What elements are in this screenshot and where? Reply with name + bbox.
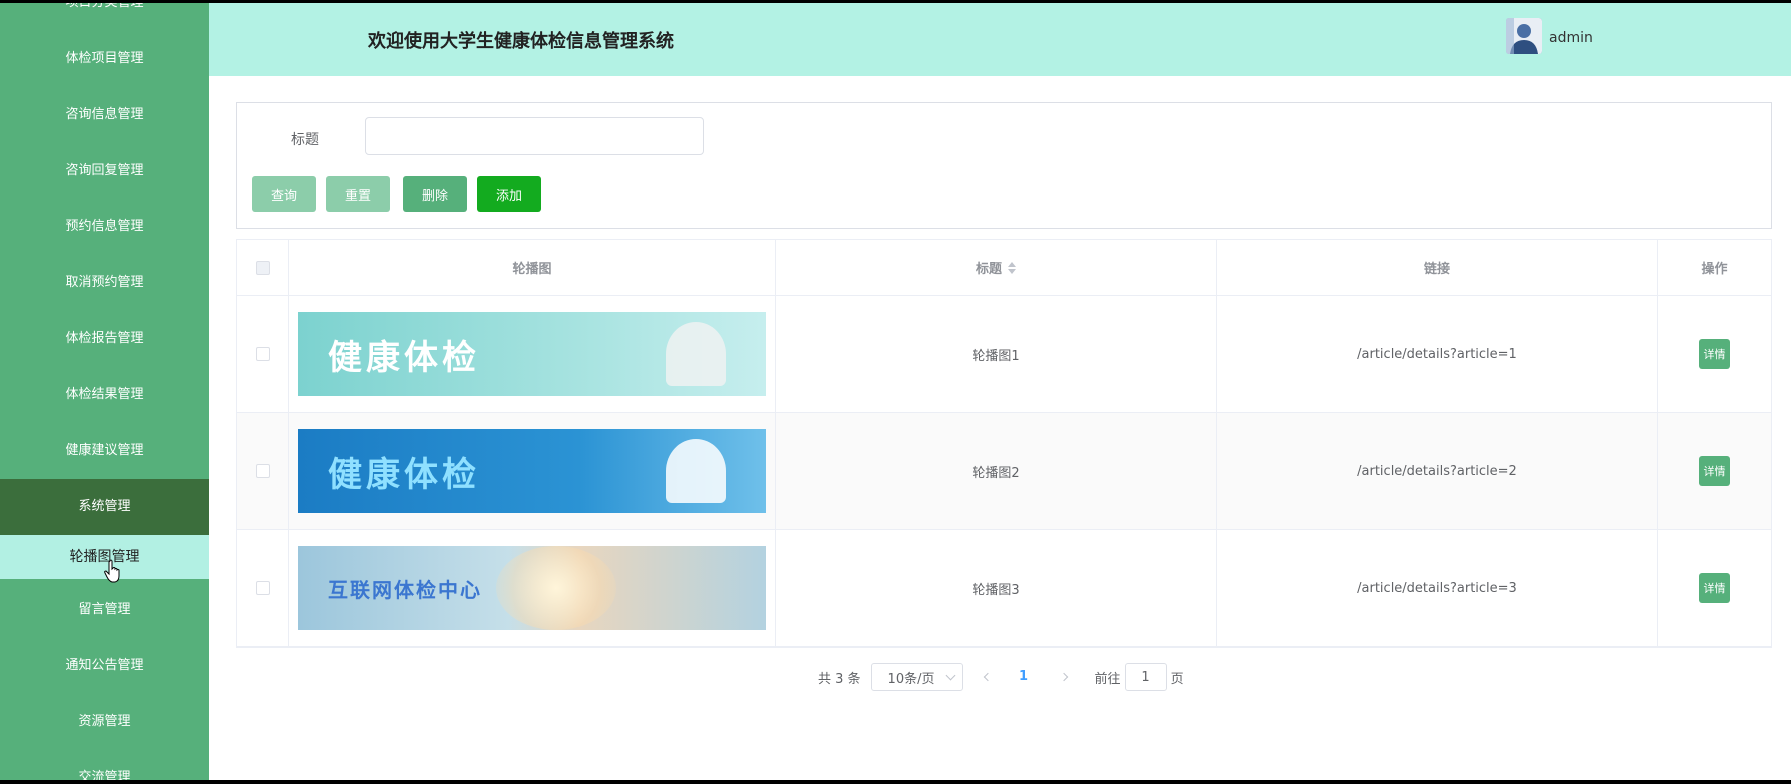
row-link: /article/details?article=1 — [1357, 346, 1517, 362]
pagination-total: 共 3 条 — [818, 671, 861, 687]
sidebar-item-category[interactable]: 项目分类管理 — [0, 3, 209, 31]
sidebar-item-notice[interactable]: 通知公告管理 — [0, 638, 209, 694]
user-name[interactable]: admin — [1549, 30, 1593, 46]
sidebar-item-exam-result[interactable]: 体检结果管理 — [0, 367, 209, 423]
title-filter-input[interactable] — [365, 117, 704, 155]
row-title: 轮播图3 — [972, 582, 1020, 598]
add-button[interactable]: 添加 — [477, 176, 541, 212]
light-glow-icon — [496, 546, 616, 630]
next-page-button[interactable] — [1049, 663, 1079, 691]
table-row: 健康体检 轮播图2 /article/details?article=2 详情 — [237, 413, 1771, 530]
row-link: /article/details?article=3 — [1357, 580, 1517, 596]
banner-image: 健康体检 — [298, 312, 766, 396]
app-frame: 项目分类管理 体检项目管理 咨询信息管理 咨询回复管理 预约信息管理 取消预约管… — [0, 3, 1791, 780]
table-row: 健康体检 轮播图1 /article/details?article=1 详情 — [237, 296, 1771, 413]
banner-image: 健康体检 — [298, 429, 766, 513]
hand-cursor-icon — [104, 559, 120, 583]
chevron-down-icon — [945, 670, 955, 680]
sidebar-item-messages[interactable]: 留言管理 — [0, 582, 209, 638]
page-size-value: 10条/页 — [887, 671, 935, 687]
search-panel: 标题 查询 重置 删除 添加 — [236, 102, 1772, 229]
row-checkbox[interactable] — [255, 464, 270, 478]
row-checkbox[interactable] — [255, 581, 270, 595]
action-cell: 详情 — [1658, 296, 1771, 412]
sidebar-item-consult-info[interactable]: 咨询信息管理 — [0, 87, 209, 143]
row-title: 轮播图2 — [972, 465, 1020, 481]
sidebar-item-appointment[interactable]: 预约信息管理 — [0, 199, 209, 255]
top-header: 欢迎使用大学生健康体检信息管理系统 admin — [209, 3, 1791, 76]
column-label-image: 轮播图 — [512, 262, 552, 277]
goto-suffix: 页 — [1170, 671, 1184, 687]
select-all-checkbox[interactable] — [255, 260, 270, 275]
row-select-cell — [237, 413, 289, 529]
carousel-table: 轮播图 标题 链接 操作 健康体检 轮播图1 /article/details?… — [236, 239, 1772, 648]
detail-button[interactable]: 详情 — [1699, 339, 1730, 369]
chevron-right-icon — [1059, 672, 1068, 682]
query-button[interactable]: 查询 — [252, 176, 316, 212]
row-title: 轮播图1 — [972, 348, 1020, 364]
title-cell: 轮播图1 — [776, 296, 1217, 412]
column-label-action: 操作 — [1701, 262, 1728, 277]
pagination: 共 3 条 10条/页 1 前往 页 — [818, 663, 1184, 691]
banner-text: 健康体检 — [328, 454, 480, 495]
row-link: /article/details?article=2 — [1357, 463, 1517, 479]
title-filter-label: 标题 — [291, 132, 319, 148]
row-select-cell — [237, 296, 289, 412]
detail-button[interactable]: 详情 — [1699, 456, 1730, 486]
column-header-action: 操作 — [1658, 240, 1771, 295]
banner-cell: 健康体检 — [289, 413, 776, 529]
action-cell: 详情 — [1658, 530, 1771, 646]
prev-page-button[interactable] — [973, 663, 1003, 691]
link-cell: /article/details?article=2 — [1217, 413, 1658, 529]
title-cell: 轮播图3 — [776, 530, 1217, 646]
sidebar-item-exam-report[interactable]: 体检报告管理 — [0, 311, 209, 367]
reset-button[interactable]: 重置 — [326, 176, 390, 212]
goto-page-input[interactable] — [1124, 663, 1167, 691]
sort-icon[interactable] — [1008, 261, 1016, 274]
sidebar-item-consult-reply[interactable]: 咨询回复管理 — [0, 143, 209, 199]
column-header-image: 轮播图 — [289, 240, 776, 295]
select-all-cell — [237, 240, 289, 295]
link-cell: /article/details?article=1 — [1217, 296, 1658, 412]
chevron-left-icon — [983, 672, 992, 682]
banner-cell: 健康体检 — [289, 296, 776, 412]
action-cell: 详情 — [1658, 413, 1771, 529]
sidebar-item-exam-items[interactable]: 体检项目管理 — [0, 31, 209, 87]
sidebar-item-cancel-appointment[interactable]: 取消预约管理 — [0, 255, 209, 311]
column-header-link: 链接 — [1217, 240, 1658, 295]
banner-image: 互联网体检中心 — [298, 546, 766, 630]
column-header-title[interactable]: 标题 — [776, 240, 1217, 295]
doctor-illustration-icon — [666, 322, 726, 386]
sidebar: 项目分类管理 体检项目管理 咨询信息管理 咨询回复管理 预约信息管理 取消预约管… — [0, 3, 209, 780]
sidebar-item-health-advice[interactable]: 健康建议管理 — [0, 423, 209, 479]
sidebar-item-resources[interactable]: 资源管理 — [0, 694, 209, 750]
page-size-select[interactable]: 10条/页 — [870, 663, 963, 691]
link-cell: /article/details?article=3 — [1217, 530, 1658, 646]
column-label-title: 标题 — [975, 262, 1002, 277]
table-row: 互联网体检中心 轮播图3 /article/details?article=3 … — [237, 530, 1771, 647]
table-header: 轮播图 标题 链接 操作 — [237, 240, 1771, 296]
banner-cell: 互联网体检中心 — [289, 530, 776, 646]
page-title: 欢迎使用大学生健康体检信息管理系统 — [368, 31, 674, 52]
banner-text: 互联网体检中心 — [328, 577, 482, 602]
delete-button[interactable]: 删除 — [403, 176, 467, 212]
banner-text: 健康体检 — [328, 337, 480, 378]
sidebar-item-system[interactable]: 系统管理 — [0, 479, 209, 535]
avatar-image-icon — [1506, 18, 1542, 54]
title-cell: 轮播图2 — [776, 413, 1217, 529]
row-checkbox[interactable] — [255, 347, 270, 361]
sidebar-item-exchange[interactable]: 交流管理 — [0, 750, 209, 780]
avatar[interactable] — [1506, 18, 1542, 54]
nurse-illustration-icon — [666, 439, 726, 503]
goto-prefix: 前往 — [1094, 671, 1121, 687]
detail-button[interactable]: 详情 — [1699, 573, 1730, 603]
row-select-cell — [237, 530, 289, 646]
column-label-link: 链接 — [1423, 262, 1450, 277]
page-number-current[interactable]: 1 — [1009, 663, 1039, 691]
